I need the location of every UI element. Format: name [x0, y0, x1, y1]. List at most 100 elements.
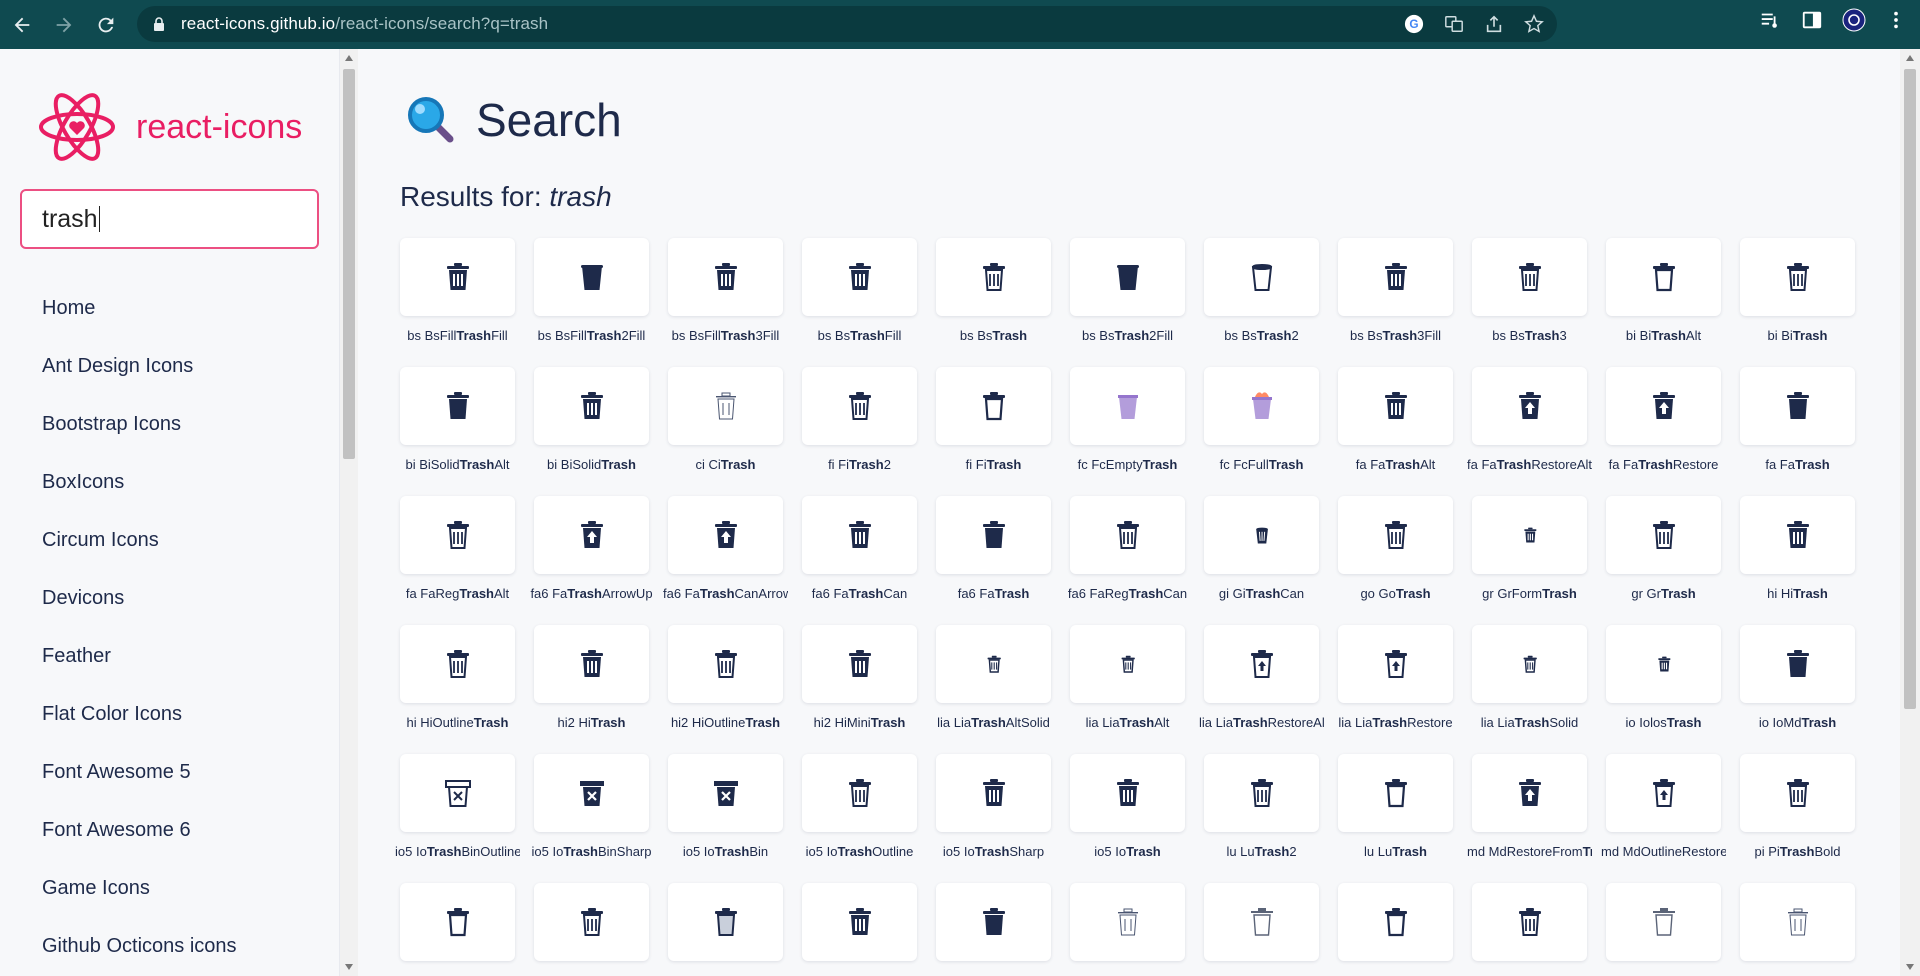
- forward-icon[interactable]: [44, 5, 84, 45]
- icon-card[interactable]: [668, 754, 783, 832]
- icon-card[interactable]: [802, 625, 917, 703]
- reload-icon[interactable]: [86, 5, 126, 45]
- icon-card[interactable]: [936, 367, 1051, 445]
- icon-result[interactable]: fc FcEmptyTrash: [1070, 367, 1185, 496]
- icon-card[interactable]: [1338, 496, 1453, 574]
- icon-result[interactable]: md MdOutlineRestoreFromTrash: [1601, 754, 1726, 883]
- scroll-up-arrow-icon[interactable]: [1906, 55, 1914, 61]
- icon-card[interactable]: [668, 367, 783, 445]
- icon-result[interactable]: fi FiTrash2: [802, 367, 917, 496]
- icon-result[interactable]: [1472, 883, 1587, 976]
- sidebar-item-ant-design-icons[interactable]: Ant Design Icons: [42, 337, 237, 395]
- menu-icon[interactable]: [1884, 8, 1908, 32]
- icon-result[interactable]: io5 IoTrashBin: [668, 754, 783, 883]
- icon-card[interactable]: [1338, 754, 1453, 832]
- icon-result[interactable]: hi HiOutlineTrash: [400, 625, 515, 754]
- icon-result[interactable]: bs BsTrash: [936, 238, 1051, 367]
- icon-result[interactable]: bi BiTrash: [1740, 238, 1855, 367]
- icon-card[interactable]: [1472, 754, 1587, 832]
- icon-card[interactable]: [936, 754, 1051, 832]
- icon-card[interactable]: [534, 238, 649, 316]
- sidebar-scrollbar[interactable]: [340, 49, 358, 976]
- icon-result[interactable]: bi BiSolidTrashAlt: [400, 367, 515, 496]
- google-icon[interactable]: G: [1403, 13, 1425, 35]
- icon-result[interactable]: fa FaTrash: [1740, 367, 1855, 496]
- icon-result[interactable]: fa6 FaTrashCan: [802, 496, 917, 625]
- sidebar-item-circum-icons[interactable]: Circum Icons: [42, 511, 237, 569]
- icon-card[interactable]: [1070, 496, 1185, 574]
- icon-result[interactable]: hi2 HiOutlineTrash: [668, 625, 783, 754]
- icon-card[interactable]: [936, 883, 1051, 961]
- icon-result[interactable]: io IolosTrash: [1606, 625, 1721, 754]
- icon-result[interactable]: io5 IoTrashSharp: [936, 754, 1051, 883]
- icon-card[interactable]: [1070, 754, 1185, 832]
- address-bar[interactable]: react-icons.github.io/react-icons/search…: [137, 6, 1557, 42]
- icon-result[interactable]: [1338, 883, 1453, 976]
- icon-result[interactable]: bs BsTrash2: [1204, 238, 1319, 367]
- icon-card[interactable]: [400, 754, 515, 832]
- icon-card[interactable]: [534, 496, 649, 574]
- icon-card[interactable]: [400, 367, 515, 445]
- icon-result[interactable]: go GoTrash: [1338, 496, 1453, 625]
- logo[interactable]: react-icons: [38, 91, 302, 163]
- icon-card[interactable]: [1070, 625, 1185, 703]
- icon-card[interactable]: [400, 496, 515, 574]
- sidebar-item-boxicons[interactable]: BoxIcons: [42, 453, 237, 511]
- share-icon[interactable]: [1483, 13, 1505, 35]
- icon-card[interactable]: [1740, 883, 1855, 961]
- icon-result[interactable]: gr GrFormTrash: [1472, 496, 1587, 625]
- main-scrollbar[interactable]: [1900, 49, 1920, 976]
- icon-card[interactable]: [1070, 238, 1185, 316]
- icon-result[interactable]: bs BsFillTrash2Fill: [534, 238, 649, 367]
- icon-card[interactable]: [1338, 883, 1453, 961]
- icon-card[interactable]: [668, 625, 783, 703]
- translate-icon[interactable]: [1443, 13, 1465, 35]
- sidebar-item-devicons[interactable]: Devicons: [42, 569, 237, 627]
- icon-result[interactable]: fa6 FaTrashArrowUp: [530, 496, 653, 625]
- icon-card[interactable]: [1740, 625, 1855, 703]
- profile-icon[interactable]: [1842, 8, 1866, 32]
- icon-result[interactable]: [668, 883, 783, 976]
- icon-card[interactable]: [668, 238, 783, 316]
- icon-result[interactable]: gr GrTrash: [1606, 496, 1721, 625]
- icon-card[interactable]: [400, 883, 515, 961]
- icon-result[interactable]: pi PiTrashBold: [1740, 754, 1855, 883]
- icon-result[interactable]: lia LiaTrashRestoreAlt: [1199, 625, 1324, 754]
- icon-card[interactable]: [668, 496, 783, 574]
- icon-card[interactable]: [1606, 883, 1721, 961]
- icon-card[interactable]: [1606, 238, 1721, 316]
- icon-card[interactable]: [802, 754, 917, 832]
- sidebar-item-feather[interactable]: Feather: [42, 627, 237, 685]
- icon-card[interactable]: [1472, 625, 1587, 703]
- icon-result[interactable]: bs BsTrashFill: [802, 238, 917, 367]
- icon-card[interactable]: [1070, 367, 1185, 445]
- icon-card[interactable]: [1472, 238, 1587, 316]
- back-icon[interactable]: [2, 5, 42, 45]
- icon-result[interactable]: hi HiTrash: [1740, 496, 1855, 625]
- icon-result[interactable]: hi2 HiTrash: [534, 625, 649, 754]
- icon-result[interactable]: bs BsTrash3Fill: [1338, 238, 1453, 367]
- icon-card[interactable]: [1204, 367, 1319, 445]
- icon-result[interactable]: [1606, 883, 1721, 976]
- icon-card[interactable]: [802, 883, 917, 961]
- sidebar-item-flat-color-icons[interactable]: Flat Color Icons: [42, 685, 237, 743]
- icon-result[interactable]: fa FaTrashAlt: [1338, 367, 1453, 496]
- sidebar-item-github-octicons-icons[interactable]: Github Octicons icons: [42, 917, 237, 975]
- icon-card[interactable]: [1204, 883, 1319, 961]
- icon-card[interactable]: [534, 367, 649, 445]
- icon-result[interactable]: bi BiSolidTrash: [534, 367, 649, 496]
- icon-result[interactable]: fc FcFullTrash: [1204, 367, 1319, 496]
- icon-card[interactable]: [1472, 883, 1587, 961]
- icon-result[interactable]: io5 IoTrashBinSharp: [532, 754, 651, 883]
- icon-result[interactable]: hi2 HiMiniTrash: [802, 625, 917, 754]
- search-input[interactable]: trash: [20, 189, 319, 249]
- icon-result[interactable]: fi FiTrash: [936, 367, 1051, 496]
- icon-card[interactable]: [1606, 754, 1721, 832]
- icon-result[interactable]: lia LiaTrashSolid: [1472, 625, 1587, 754]
- icon-card[interactable]: [534, 754, 649, 832]
- icon-result[interactable]: lia LiaTrashAlt: [1070, 625, 1185, 754]
- main-scroll-thumb[interactable]: [1904, 69, 1916, 709]
- icon-card[interactable]: [1338, 625, 1453, 703]
- icon-card[interactable]: [936, 238, 1051, 316]
- scroll-down-arrow-icon[interactable]: [1906, 964, 1914, 970]
